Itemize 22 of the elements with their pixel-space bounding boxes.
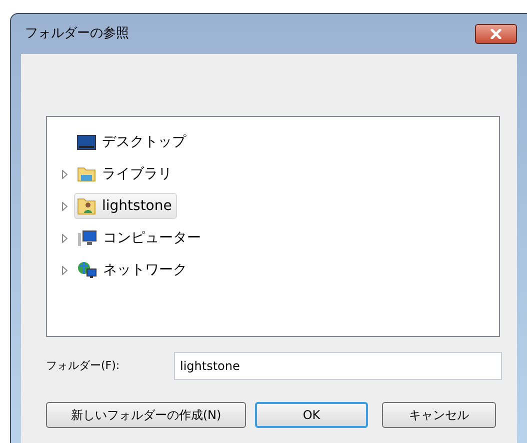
dialog-button[interactable]: キャンセル — [382, 402, 496, 428]
monitor-icon — [77, 134, 96, 150]
tree-item[interactable]: コンピューター — [74, 225, 206, 251]
tree-item[interactable]: ライブラリ — [74, 161, 177, 187]
expand-arrow-icon[interactable] — [62, 170, 68, 178]
expand-arrow-icon[interactable] — [62, 234, 68, 242]
tree-item[interactable]: lightstone — [74, 193, 177, 219]
tree-item[interactable]: ネットワーク — [74, 257, 192, 283]
close-icon — [490, 29, 502, 39]
window-title: フォルダーの参照 — [25, 25, 129, 44]
user-folder-icon — [77, 197, 96, 215]
dialog-button[interactable]: 新しいフォルダーの作成(N) — [46, 402, 246, 428]
expand-arrow-icon[interactable] — [62, 202, 68, 210]
close-button[interactable] — [475, 24, 517, 44]
expand-arrow-icon[interactable] — [62, 266, 68, 274]
folder-field[interactable]: lightstone — [174, 352, 502, 380]
folder-label: フォルダー(F): — [46, 358, 121, 374]
computer-icon — [77, 230, 97, 246]
folder-icon — [77, 166, 96, 182]
tree-item[interactable]: デスクトップ — [74, 129, 191, 155]
dialog-button[interactable]: OK — [255, 402, 368, 428]
network-icon — [77, 261, 97, 279]
